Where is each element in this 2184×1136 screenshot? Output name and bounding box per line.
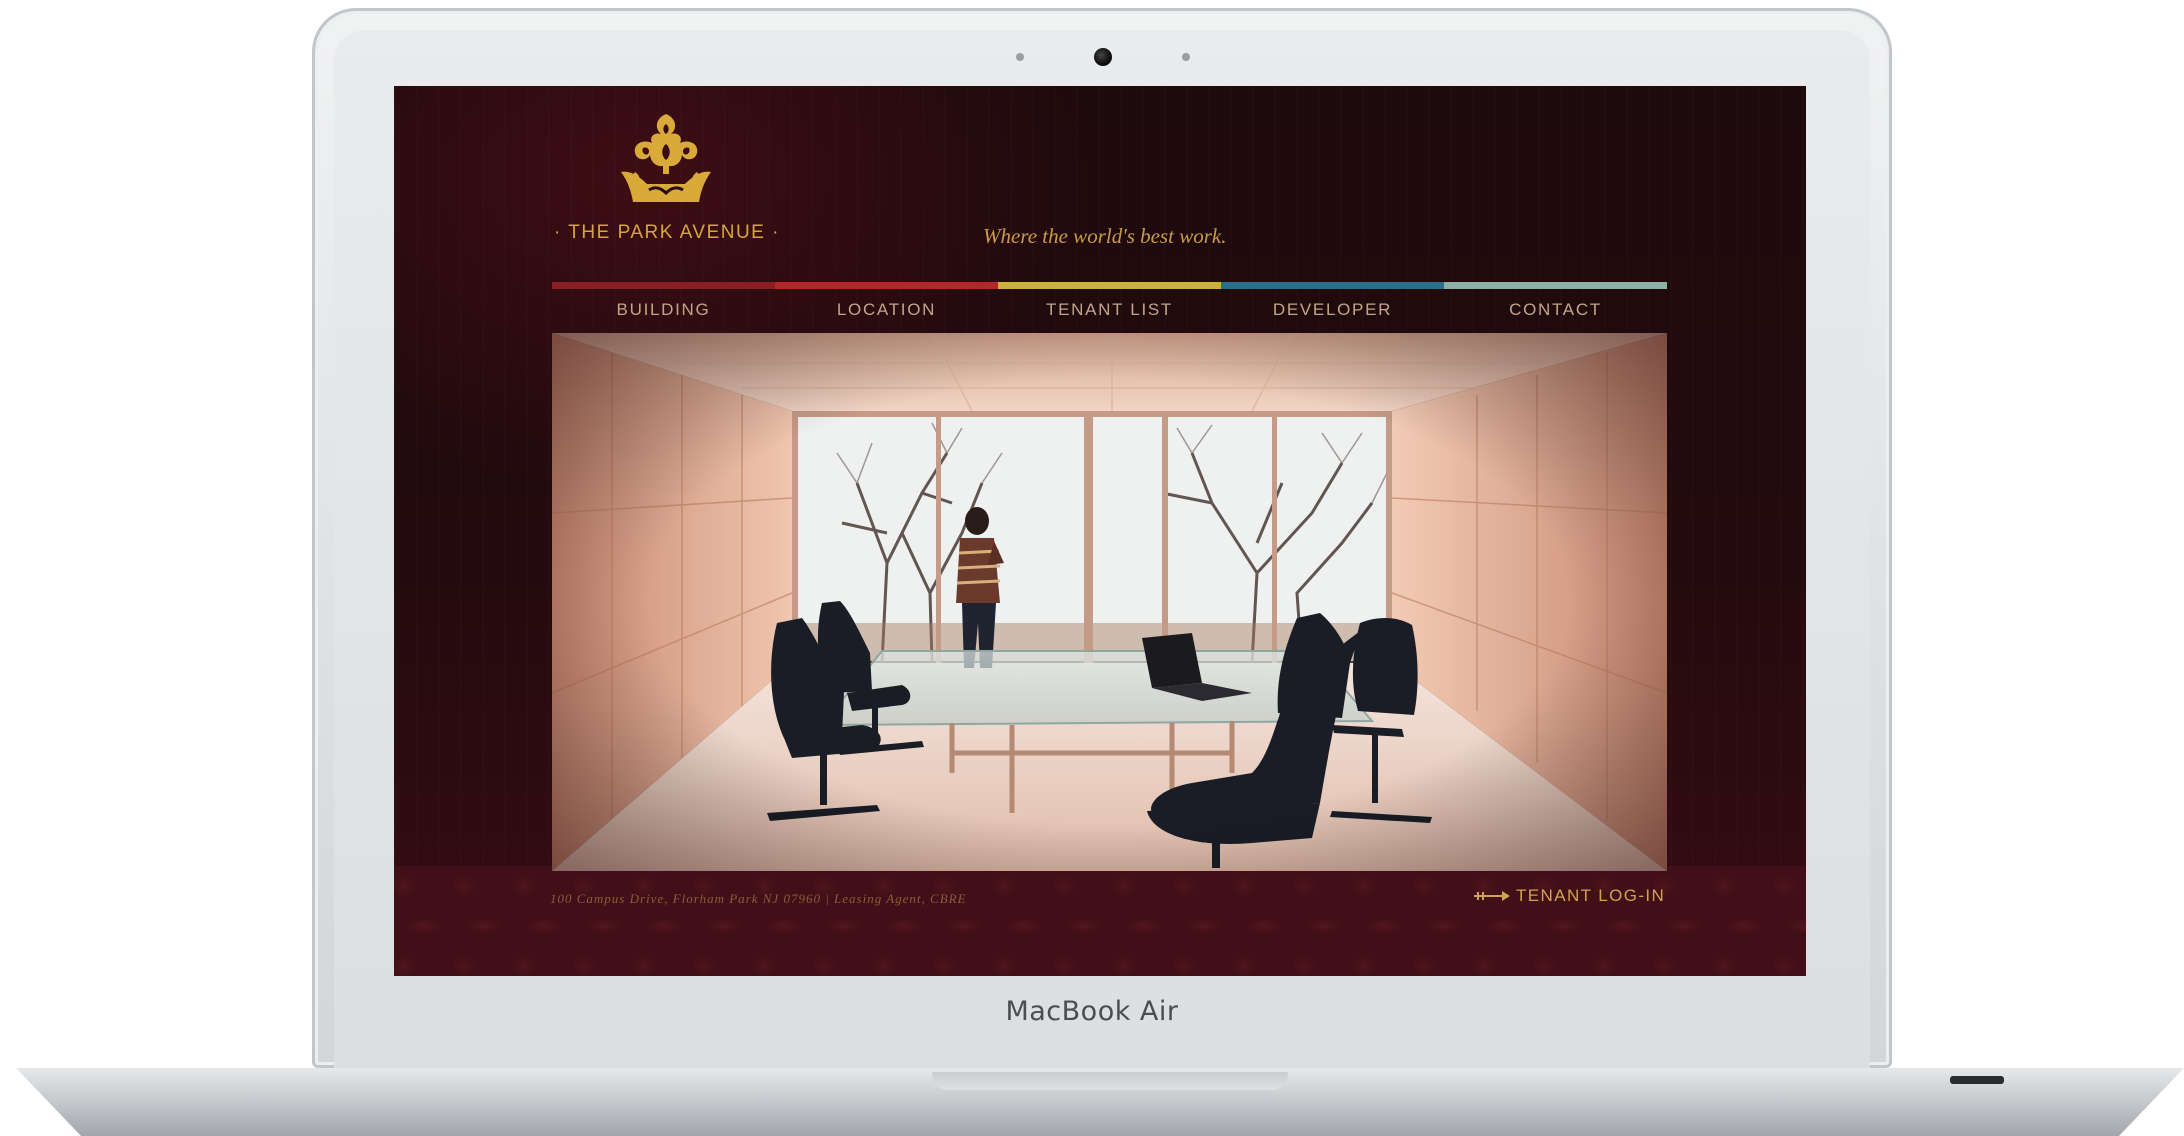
website-screen: · THE PARK AVENUE · Where the world's be… <box>394 86 1806 976</box>
nav-item-building[interactable]: BUILDING <box>552 282 775 322</box>
nav-color-bar <box>775 282 998 289</box>
main-nav: BUILDING LOCATION TENANT LIST DEVELOPER … <box>552 282 1667 322</box>
footer-pattern <box>394 866 1806 976</box>
webcam-icon <box>1094 48 1112 66</box>
hero-image-conference-room <box>552 333 1667 871</box>
site-logo-text[interactable]: · THE PARK AVENUE · <box>552 222 782 244</box>
light-sensor <box>1016 53 1024 61</box>
nav-label-tenant-list[interactable]: TENANT LIST <box>998 300 1221 320</box>
nav-label-building[interactable]: BUILDING <box>552 300 775 320</box>
nav-item-tenant-list[interactable]: TENANT LIST <box>998 282 1221 322</box>
light-sensor <box>1182 53 1190 61</box>
laptop-port <box>1950 1076 2004 1084</box>
tenant-login-link[interactable]: TENANT LOG-IN <box>1474 886 1665 906</box>
nav-color-bar <box>552 282 775 289</box>
tenant-login-label[interactable]: TENANT LOG-IN <box>1516 886 1665 906</box>
nav-color-bar <box>1221 282 1444 289</box>
nav-item-location[interactable]: LOCATION <box>775 282 998 322</box>
nav-item-developer[interactable]: DEVELOPER <box>1221 282 1444 322</box>
nav-label-location[interactable]: LOCATION <box>775 300 998 320</box>
nav-color-bar <box>998 282 1221 289</box>
arrow-right-icon <box>1474 891 1510 901</box>
site-tagline: Where the world's best work. <box>983 224 1227 248</box>
nav-label-developer[interactable]: DEVELOPER <box>1221 300 1444 320</box>
laptop-base-notch <box>932 1072 1288 1090</box>
nav-item-contact[interactable]: CONTACT <box>1444 282 1667 322</box>
nav-color-bar <box>1444 282 1667 289</box>
footer-address: 100 Campus Drive, Florham Park NJ 07960 … <box>550 891 967 906</box>
nav-label-contact[interactable]: CONTACT <box>1444 300 1667 320</box>
ornamental-crown-icon[interactable] <box>611 110 721 214</box>
laptop-brand-label: MacBook Air <box>1005 996 1179 1027</box>
